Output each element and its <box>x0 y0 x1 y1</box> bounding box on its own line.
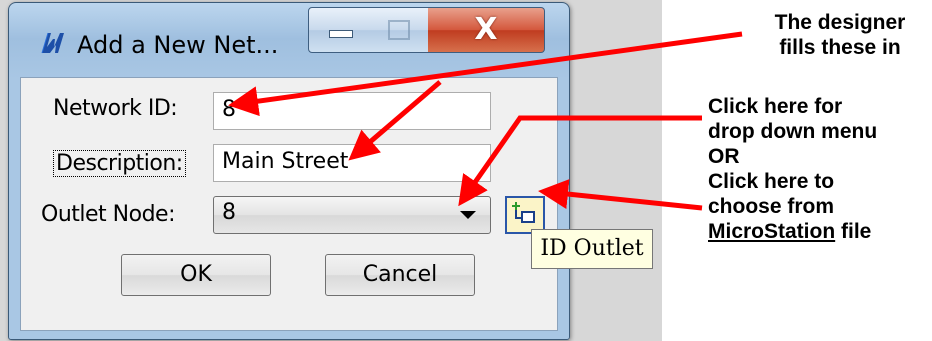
arrow-to-description <box>348 80 442 161</box>
arrow-to-network-id <box>228 31 743 117</box>
annotation-arrows <box>228 31 743 211</box>
arrow-to-id-outlet-button <box>538 179 703 211</box>
arrow-to-dropdown <box>458 115 702 207</box>
